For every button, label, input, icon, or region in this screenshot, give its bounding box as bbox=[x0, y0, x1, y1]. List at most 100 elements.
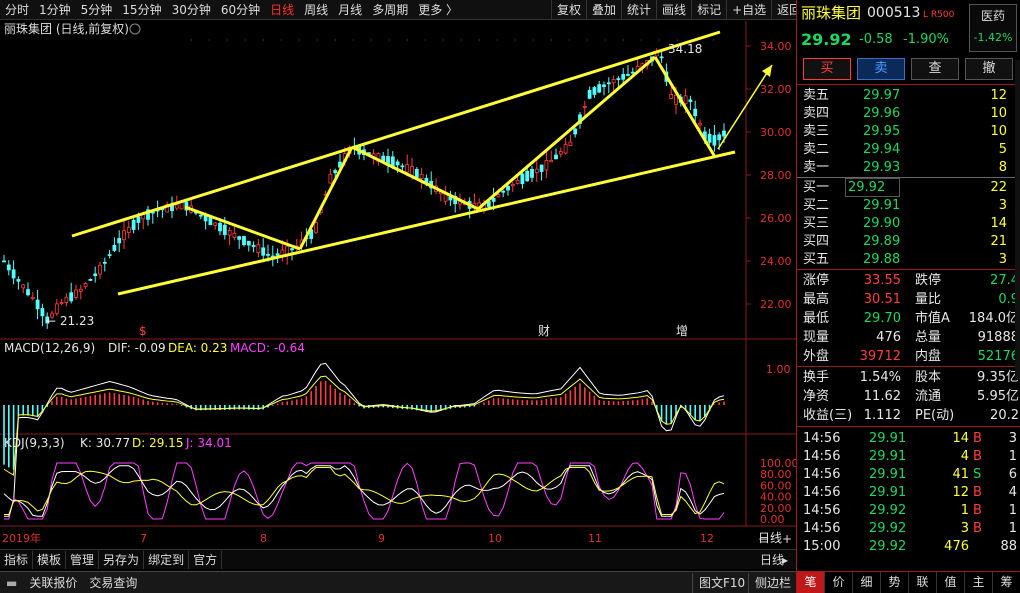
toolbar-button-2[interactable]: 统计 bbox=[621, 0, 656, 20]
bottom-tab-1[interactable]: 模板 bbox=[33, 550, 67, 569]
bottom-tab-5[interactable]: 官方 bbox=[189, 550, 223, 569]
candle bbox=[659, 56, 664, 59]
event-marker: · bbox=[226, 36, 229, 45]
tick-volume: 12 bbox=[952, 485, 969, 500]
stats-label: 外盘 bbox=[803, 349, 830, 364]
candle bbox=[78, 288, 83, 292]
panel-tab-0[interactable]: 笔 bbox=[797, 572, 825, 593]
event-mark[interactable]: $ bbox=[139, 324, 147, 338]
menu-icon[interactable]: ▬ bbox=[0, 573, 23, 593]
indicator-tabbar: 指标 模板 管理 另存为 绑定到 官方 日线 − + ▸ bbox=[0, 532, 796, 569]
x-axis-label: 10 bbox=[488, 532, 502, 545]
price-axis-label: 34.00 bbox=[760, 40, 792, 53]
candle bbox=[597, 84, 602, 93]
event-mark[interactable]: 增 bbox=[676, 324, 688, 338]
tick-side: B bbox=[973, 431, 982, 446]
event-marker: · bbox=[622, 36, 625, 45]
candle bbox=[275, 253, 280, 256]
candle bbox=[626, 74, 630, 76]
bottom-tab-2[interactable]: 管理 bbox=[66, 550, 100, 569]
kdj-j: J: 34.01 bbox=[185, 436, 232, 450]
fundamentals-row: 换手 1.54% 股本 9.35亿 bbox=[797, 368, 1020, 387]
event-marker: · bbox=[262, 36, 265, 45]
tick-count: 1 bbox=[1008, 503, 1017, 518]
kline-chart[interactable]: 丽珠集团 (日线,前复权) 34.00 32.00 30.00 28.00 26.00 24… bbox=[0, 21, 796, 549]
bids-price: 29.89 bbox=[863, 234, 901, 249]
candle bbox=[563, 143, 568, 154]
period-tab-8[interactable]: 月线 bbox=[333, 0, 367, 20]
event-marker: · bbox=[568, 36, 571, 45]
macd-title: MACD(12,26,9) bbox=[4, 341, 95, 355]
panel-tab-5[interactable]: 值 bbox=[937, 572, 965, 593]
sector-name: 医药 bbox=[980, 9, 1005, 23]
trade-button-0[interactable]: 买 bbox=[803, 58, 851, 80]
asks-volume: 10 bbox=[990, 106, 1007, 121]
candle bbox=[35, 299, 40, 310]
candle bbox=[242, 236, 246, 246]
tick-price: 29.91 bbox=[869, 431, 907, 446]
candle bbox=[131, 219, 136, 230]
event-marker: · bbox=[316, 36, 319, 45]
candle bbox=[496, 194, 501, 198]
price-line: 29.92 -0.58 -1.90% bbox=[797, 30, 1020, 52]
stock-code: 000513 bbox=[867, 5, 921, 21]
tick-volume: 41 bbox=[952, 467, 969, 482]
period-tab-7[interactable]: 周线 bbox=[299, 0, 333, 20]
bottom-tab-0[interactable]: 指标 bbox=[0, 550, 34, 569]
candle bbox=[218, 222, 222, 232]
period-tab-10[interactable]: 更多 〉 bbox=[413, 0, 463, 20]
stats-value: 91888 bbox=[977, 330, 1019, 345]
period-tab-2[interactable]: 5分钟 bbox=[76, 0, 118, 20]
toolbar-button-3[interactable]: 画线 bbox=[656, 0, 691, 20]
bids-label: 买五 bbox=[803, 252, 830, 267]
period-tab-4[interactable]: 30分钟 bbox=[167, 0, 216, 20]
period-tab-9[interactable]: 多周期 bbox=[367, 0, 413, 20]
trade-button-1[interactable]: 卖 bbox=[857, 58, 905, 80]
stats-row: 最低 29.70 市值A 184.0亿 bbox=[797, 309, 1020, 328]
panel-tab-3[interactable]: 势 bbox=[881, 572, 909, 593]
toolbar-button-1[interactable]: 叠加 bbox=[586, 0, 621, 20]
panel-tab-2[interactable]: 细 bbox=[853, 572, 881, 593]
panel-tab-4[interactable]: 联 bbox=[909, 572, 937, 593]
candle bbox=[203, 215, 208, 222]
tick-time: 14:56 bbox=[803, 485, 841, 500]
period-tab-5[interactable]: 60分钟 bbox=[216, 0, 265, 20]
scroll-side[interactable] bbox=[1015, 60, 1020, 380]
bids-row: 买五 29.88 3 bbox=[797, 250, 1020, 269]
sidebar-button[interactable]: 侧边栏 bbox=[748, 572, 797, 593]
kdj-axis-label: 0.00 bbox=[760, 513, 785, 526]
event-marker: · bbox=[280, 36, 283, 45]
period-tab-1[interactable]: 1分钟 bbox=[34, 0, 76, 20]
event-marker: · bbox=[388, 36, 391, 45]
trade-query-button[interactable]: 交易查询 bbox=[83, 573, 143, 593]
trade-button-3[interactable]: 撤 bbox=[965, 58, 1013, 80]
stats-value: 184.0亿 bbox=[968, 311, 1019, 326]
bottom-tab-4[interactable]: 绑定到 bbox=[144, 550, 190, 569]
tick-price: 29.91 bbox=[869, 485, 907, 500]
candle bbox=[290, 248, 294, 251]
scroll-right-icon[interactable]: ▸ bbox=[778, 551, 792, 569]
trade-button-2[interactable]: 查 bbox=[911, 58, 959, 80]
period-tab-3[interactable]: 15分钟 bbox=[117, 0, 166, 20]
bids-volume: 14 bbox=[990, 216, 1007, 231]
toolbar-button-4[interactable]: 标记 bbox=[691, 0, 726, 20]
kdj-d: D: 29.15 bbox=[132, 436, 183, 450]
candle bbox=[501, 190, 506, 193]
graphic-f10-button[interactable]: 图文F10 bbox=[692, 572, 751, 593]
toolbar-button-0[interactable]: 复权 bbox=[551, 0, 586, 20]
panel-tab-7[interactable]: 筹 bbox=[993, 572, 1020, 593]
period-tab-0[interactable]: 分时 bbox=[0, 0, 34, 20]
event-mark[interactable]: 财 bbox=[538, 324, 550, 338]
event-marker: · bbox=[658, 36, 661, 45]
panel-tab-6[interactable]: 主 bbox=[965, 572, 993, 593]
toolbar-button-5[interactable]: +自选 bbox=[726, 0, 771, 20]
candle bbox=[122, 230, 126, 241]
panel-tab-1[interactable]: 价 bbox=[825, 572, 853, 593]
period-tab-6[interactable]: 日线 bbox=[265, 0, 299, 20]
bottom-tab-3[interactable]: 另存为 bbox=[99, 550, 145, 569]
event-marker: · bbox=[532, 36, 535, 45]
zoom-in-icon[interactable]: + bbox=[778, 530, 796, 548]
zoom-out-icon[interactable]: − bbox=[754, 530, 772, 548]
price-axis-label: 32.00 bbox=[760, 83, 792, 96]
related-quote-button[interactable]: 关联报价 bbox=[23, 573, 83, 593]
